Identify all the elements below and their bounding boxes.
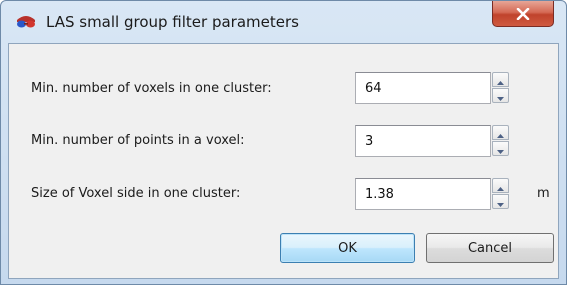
title-bar[interactable]: LAS small group filter parameters — [1, 1, 566, 43]
dialog-window: LAS small group filter parameters Min. n… — [0, 0, 567, 285]
cancel-button[interactable]: Cancel — [426, 233, 554, 263]
voxel-side-size-spinner — [492, 178, 509, 210]
points-per-voxel-decrement-button[interactable] — [492, 141, 509, 156]
voxels-per-cluster-increment-button[interactable] — [492, 72, 509, 87]
voxels-per-cluster-spinner — [492, 72, 509, 104]
triangle-down-icon — [497, 86, 504, 105]
unit-label: m — [537, 186, 550, 201]
points-per-voxel-input[interactable] — [355, 125, 491, 157]
window-title: LAS small group filter parameters — [46, 13, 299, 31]
voxel-side-size-decrement-button[interactable] — [492, 194, 509, 209]
close-button[interactable] — [492, 1, 554, 27]
voxels-per-cluster-label: Min. number of voxels in one cluster: — [31, 81, 272, 96]
close-x-icon — [516, 7, 530, 20]
points-per-voxel-increment-button[interactable] — [492, 125, 509, 140]
triangle-down-icon — [497, 139, 504, 158]
voxels-per-cluster-input[interactable] — [355, 72, 491, 104]
ok-button[interactable]: OK — [280, 233, 415, 263]
voxel-side-size-increment-button[interactable] — [492, 178, 509, 193]
voxels-per-cluster-decrement-button[interactable] — [492, 88, 509, 103]
voxel-side-size-label: Size of Voxel side in one cluster: — [31, 186, 241, 201]
points-per-voxel-spinner — [492, 125, 509, 157]
triangle-down-icon — [497, 192, 504, 211]
red-blue-glasses-icon — [15, 14, 37, 30]
points-per-voxel-label: Min. number of points in a voxel: — [31, 133, 245, 148]
voxel-side-size-input[interactable] — [355, 178, 491, 210]
